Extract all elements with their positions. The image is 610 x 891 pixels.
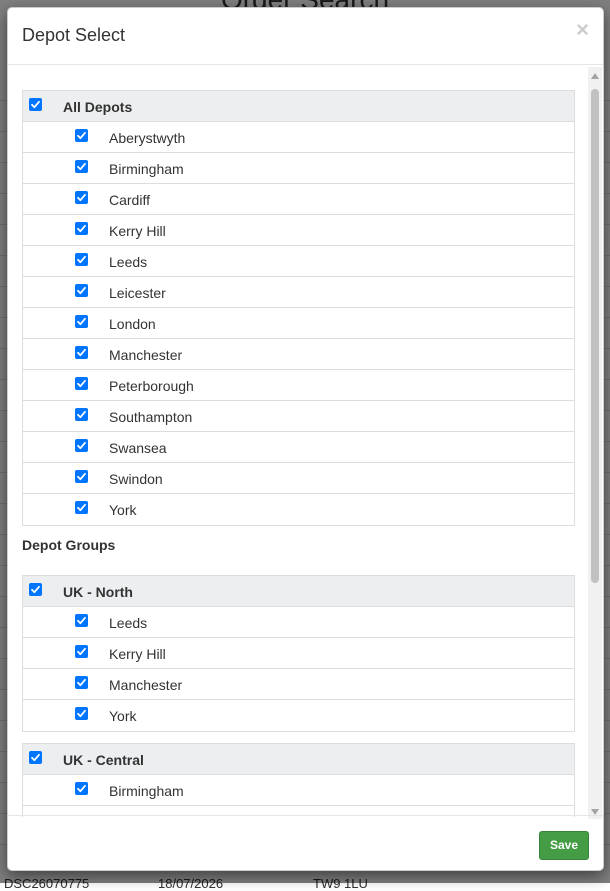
- checkmark-icon: [77, 616, 86, 625]
- depot-row[interactable]: Swindon: [23, 463, 574, 494]
- depot-label: York: [109, 502, 137, 518]
- depot-checkbox[interactable]: [75, 222, 88, 235]
- checkmark-icon: [77, 348, 86, 357]
- depot-label: Peterborough: [109, 378, 194, 394]
- depot-label: London: [109, 316, 156, 332]
- close-icon[interactable]: ×: [576, 19, 589, 41]
- checkmark-icon: [77, 131, 86, 140]
- depot-checkbox[interactable]: [75, 470, 88, 483]
- depot-label: Aberystwyth: [109, 130, 186, 146]
- depot-label: Leicester: [109, 285, 166, 301]
- depot-label: Manchester: [109, 347, 183, 363]
- depot-row[interactable]: Leeds: [23, 246, 574, 277]
- checkmark-icon: [77, 379, 86, 388]
- depot-label: Kerry Hill: [109, 223, 166, 239]
- depot-checkbox[interactable]: [75, 408, 88, 421]
- checkmark-icon: [77, 709, 86, 718]
- all-depots-table: All Depots Aberystwyth Birmingham Cardiff K…: [22, 90, 575, 526]
- depot-checkbox[interactable]: [75, 782, 88, 795]
- depot-row[interactable]: Manchester: [23, 669, 574, 700]
- checkmark-icon: [77, 162, 86, 171]
- depot-label: Leeds: [109, 254, 148, 270]
- depot-row[interactable]: Peterborough: [23, 370, 574, 401]
- checkmark-icon: [77, 193, 86, 202]
- depot-row[interactable]: Cardiff: [23, 184, 574, 215]
- depot-row[interactable]: London: [23, 308, 574, 339]
- depot-row[interactable]: Birmingham: [23, 775, 574, 806]
- depot-row[interactable]: Leicester: [23, 277, 574, 308]
- depot-label: Swansea: [109, 440, 167, 456]
- checkmark-icon: [77, 317, 86, 326]
- checkmark-icon: [31, 585, 40, 594]
- depot-checkbox[interactable]: [75, 346, 88, 359]
- checkmark-icon: [77, 784, 86, 793]
- depot-checkbox[interactable]: [75, 160, 88, 173]
- modal-header: Depot Select ×: [8, 8, 603, 65]
- depot-label: Cardiff: [109, 192, 150, 208]
- depot-row[interactable]: Kerry Hill: [23, 638, 574, 669]
- checkmark-icon: [77, 503, 86, 512]
- depot-group-checkbox[interactable]: [29, 751, 42, 764]
- depot-select-modal: Depot Select × All Depots Aberystwyth Bir…: [7, 7, 604, 871]
- checkmark-icon: [31, 753, 40, 762]
- depot-row[interactable]: York: [23, 494, 574, 525]
- all-depots-label: All Depots: [63, 99, 133, 115]
- depot-group-header-row: UK - Central: [23, 744, 574, 775]
- depot-checkbox[interactable]: [75, 645, 88, 658]
- depot-label: Southampton: [109, 409, 193, 425]
- depot-checkbox[interactable]: [75, 315, 88, 328]
- depot-checkbox[interactable]: [75, 377, 88, 390]
- depot-row[interactable]: Manchester: [23, 339, 574, 370]
- depot-row[interactable]: Kerry Hill: [23, 215, 574, 246]
- modal-footer: Save: [8, 815, 603, 870]
- depot-group-label: UK - North: [63, 584, 133, 600]
- checkmark-icon: [77, 441, 86, 450]
- checkmark-icon: [77, 678, 86, 687]
- depot-row[interactable]: Southampton: [23, 401, 574, 432]
- depot-group-table: UK - North Leeds Kerry Hill Manchester York: [22, 575, 575, 732]
- modal-scrollbar[interactable]: [588, 67, 602, 819]
- depot-checkbox[interactable]: [75, 191, 88, 204]
- modal-body: All Depots Aberystwyth Birmingham Cardiff K…: [8, 65, 603, 817]
- depot-checkbox[interactable]: [75, 284, 88, 297]
- depot-checkbox[interactable]: [75, 676, 88, 689]
- depot-list: All Depots Aberystwyth Birmingham Cardiff K…: [22, 90, 575, 817]
- depot-group-header-row: UK - North: [23, 576, 574, 607]
- checkmark-icon: [77, 472, 86, 481]
- depot-row[interactable]: York: [23, 700, 574, 731]
- depot-checkbox[interactable]: [75, 439, 88, 452]
- depot-label: Leeds: [109, 615, 148, 631]
- depot-checkbox[interactable]: [75, 501, 88, 514]
- depot-checkbox[interactable]: [75, 129, 88, 142]
- depot-group-label: UK - Central: [63, 752, 144, 768]
- checkmark-icon: [77, 286, 86, 295]
- save-button[interactable]: Save: [538, 831, 589, 860]
- depot-checkbox[interactable]: [75, 614, 88, 627]
- all-depots-checkbox[interactable]: [29, 98, 42, 111]
- depot-row[interactable]: Leeds: [23, 607, 574, 638]
- depot-label: York: [109, 708, 137, 724]
- depot-row[interactable]: Swansea: [23, 432, 574, 463]
- depot-groups-heading: Depot Groups: [22, 537, 116, 553]
- depot-group-checkbox[interactable]: [29, 583, 42, 596]
- depot-checkbox[interactable]: [75, 253, 88, 266]
- modal-title: Depot Select: [22, 25, 126, 45]
- depot-label: Birmingham: [109, 161, 184, 177]
- depot-groups-list: UK - North Leeds Kerry Hill Manchester York U…: [22, 575, 575, 817]
- checkmark-icon: [77, 255, 86, 264]
- depot-label: Birmingham: [109, 783, 184, 799]
- depot-label: Manchester: [109, 677, 183, 693]
- depot-checkbox[interactable]: [75, 707, 88, 720]
- depot-row[interactable]: Aberystwyth: [23, 122, 574, 153]
- all-depots-header-row: All Depots: [23, 91, 574, 122]
- checkmark-icon: [77, 224, 86, 233]
- depot-label: Kerry Hill: [109, 646, 166, 662]
- depot-label: Swindon: [109, 471, 163, 487]
- depot-group-table: UK - Central Birmingham: [22, 743, 575, 817]
- checkmark-icon: [77, 647, 86, 656]
- scrollbar-thumb[interactable]: [591, 89, 599, 583]
- scroll-up-arrow-icon[interactable]: [591, 73, 599, 79]
- checkmark-icon: [77, 410, 86, 419]
- depot-row[interactable]: Birmingham: [23, 153, 574, 184]
